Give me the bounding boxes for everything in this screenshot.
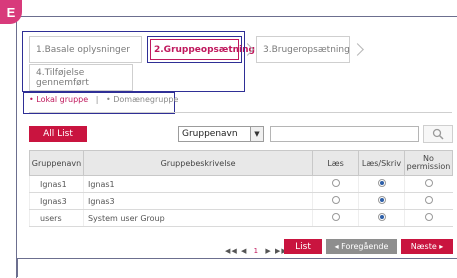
permission-none-radio[interactable] xyxy=(424,196,433,204)
permission-none-cell xyxy=(403,192,453,210)
column-header-read-write: Læs/Skriv xyxy=(358,150,405,176)
all-list-button[interactable]: All List xyxy=(29,126,87,142)
group-name-cell: Ignas1 xyxy=(29,175,84,193)
filter-select-value: Gruppenavn xyxy=(182,129,238,139)
permission-read-write-radio[interactable] xyxy=(377,179,386,187)
permission-none-cell xyxy=(403,175,453,193)
table-row: users System user Group xyxy=(29,209,453,227)
group-name-cell: Ignas3 xyxy=(29,192,84,210)
group-name-cell: users xyxy=(29,209,84,227)
permission-read-radio[interactable] xyxy=(331,196,340,204)
search-button[interactable] xyxy=(423,125,453,143)
column-header-read: Læs xyxy=(312,150,360,176)
step-user-setup: 3.Brugeropsætning xyxy=(256,36,350,63)
page-number[interactable]: 1 xyxy=(254,247,259,255)
permission-read-radio[interactable] xyxy=(331,213,340,221)
permission-read-write-cell xyxy=(358,209,405,227)
permission-read-write-radio[interactable] xyxy=(377,213,386,221)
previous-button[interactable]: ◂ Foregående xyxy=(326,239,397,254)
table-row: Ignas1 Ignas1 xyxy=(29,175,453,193)
permission-read-write-radio[interactable] xyxy=(377,196,386,204)
frame-edge xyxy=(17,258,18,277)
divider xyxy=(29,112,452,113)
group-table: Gruppenavn Gruppebeskrivelse Læs Læs/Skr… xyxy=(29,150,454,227)
permission-read-write-cell xyxy=(358,192,405,210)
step-label: 3.Brugeropsætning xyxy=(263,44,350,55)
pagination: ◀◀ ◀ 1 ▶ ▶▶ xyxy=(225,247,288,255)
steps-highlight xyxy=(22,31,245,92)
group-description-cell: Ignas1 xyxy=(82,175,313,193)
table-header-row: Gruppenavn Gruppebeskrivelse Læs Læs/Skr… xyxy=(29,150,454,176)
column-header-no-permission: No permission xyxy=(403,150,454,176)
permission-read-cell xyxy=(312,192,359,210)
next-page-icon[interactable]: ▶ xyxy=(265,247,271,255)
filter-select[interactable]: Gruppenavn ▼ xyxy=(178,126,264,142)
dropdown-arrow-icon: ▼ xyxy=(250,127,263,141)
prev-page-icon[interactable]: ◀ xyxy=(241,247,247,255)
permission-read-write-cell xyxy=(358,175,405,193)
tab-local-group[interactable]: • Lokal gruppe xyxy=(29,95,88,104)
permission-none-radio[interactable] xyxy=(424,213,433,221)
tab-divider: | xyxy=(95,95,99,104)
search-input[interactable] xyxy=(270,126,419,142)
first-page-icon[interactable]: ◀◀ xyxy=(225,247,238,255)
permission-read-radio[interactable] xyxy=(331,179,340,187)
permission-read-cell xyxy=(312,209,359,227)
next-button[interactable]: Næste ▸ xyxy=(401,239,453,254)
group-description-cell: System user Group xyxy=(82,209,313,227)
list-button[interactable]: List xyxy=(284,239,322,254)
tab-domain-group[interactable]: • Domænegruppe xyxy=(106,95,178,104)
permission-none-radio[interactable] xyxy=(424,179,433,187)
footer-divider xyxy=(17,258,457,259)
table-row: Ignas3 Ignas3 xyxy=(29,192,453,210)
column-header-description: Gruppebeskrivelse xyxy=(82,150,314,176)
column-header-name: Gruppenavn xyxy=(29,150,84,176)
group-type-tabs: • Lokal gruppe | • Domænegruppe xyxy=(29,95,178,104)
permission-none-cell xyxy=(403,209,453,227)
search-icon xyxy=(432,128,444,140)
group-description-cell: Ignas3 xyxy=(82,192,313,210)
permission-read-cell xyxy=(312,175,359,193)
